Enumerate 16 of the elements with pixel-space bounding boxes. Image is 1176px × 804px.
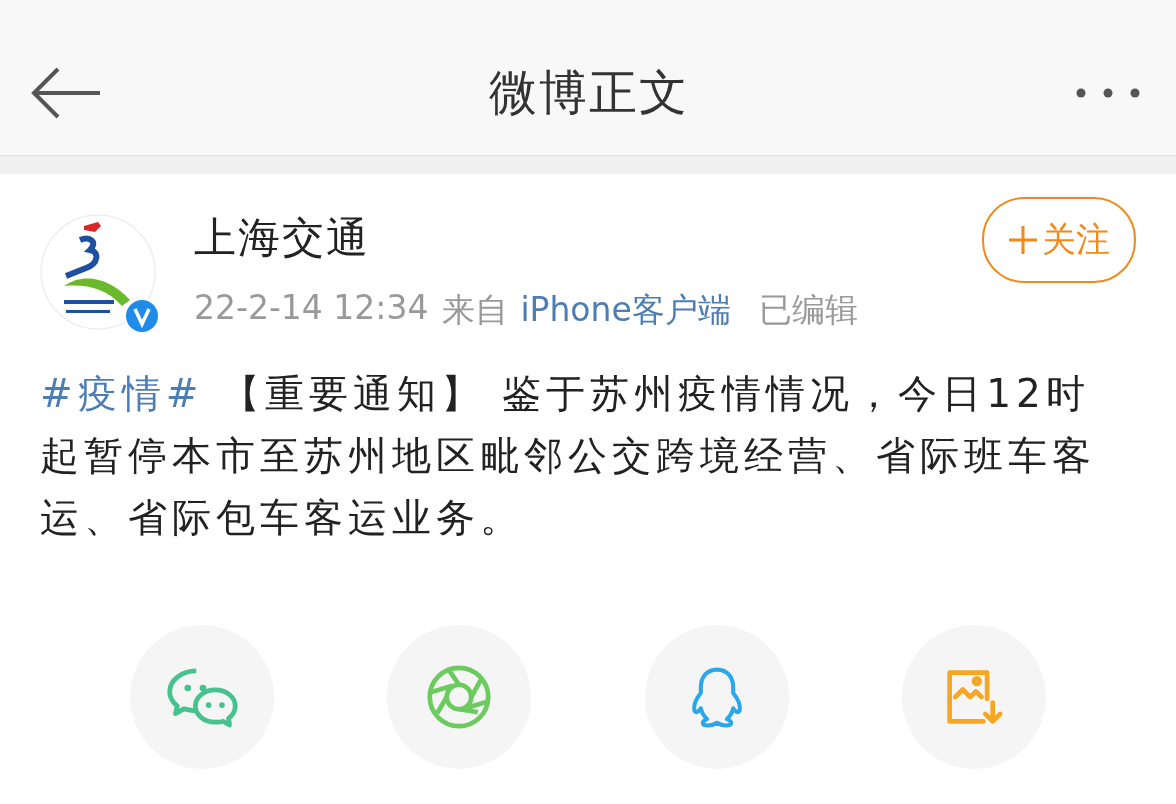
hashtag-link[interactable]: #疫情# — [40, 371, 204, 416]
wechat-icon[interactable] — [164, 666, 240, 728]
save-image-icon[interactable] — [944, 667, 1004, 727]
post-time: 22-2-14 12:34 — [194, 288, 429, 329]
aperture-icon[interactable] — [426, 664, 493, 730]
author-name[interactable]: 上海交通 — [194, 210, 982, 266]
more-icon[interactable] — [1076, 87, 1140, 98]
edited-label: 已编辑 — [758, 289, 858, 331]
page-title: 微博正文 — [489, 62, 689, 122]
follow-button[interactable]: 关注 — [982, 196, 1136, 283]
avatar-logo-icon[interactable] — [40, 213, 156, 330]
post-text: #疫情# 【重要通知】 鉴于苏州疫情情况，今日12时起暂停本市至苏州地区毗邻公交跨境经营、省际班车客运、省际包车客运业务。 — [40, 370, 1097, 542]
plus-icon — [1008, 224, 1038, 255]
source-label: 来自 — [442, 289, 509, 331]
penguin-icon[interactable] — [689, 665, 744, 729]
source-link[interactable]: iPhone客户端 — [520, 288, 731, 333]
